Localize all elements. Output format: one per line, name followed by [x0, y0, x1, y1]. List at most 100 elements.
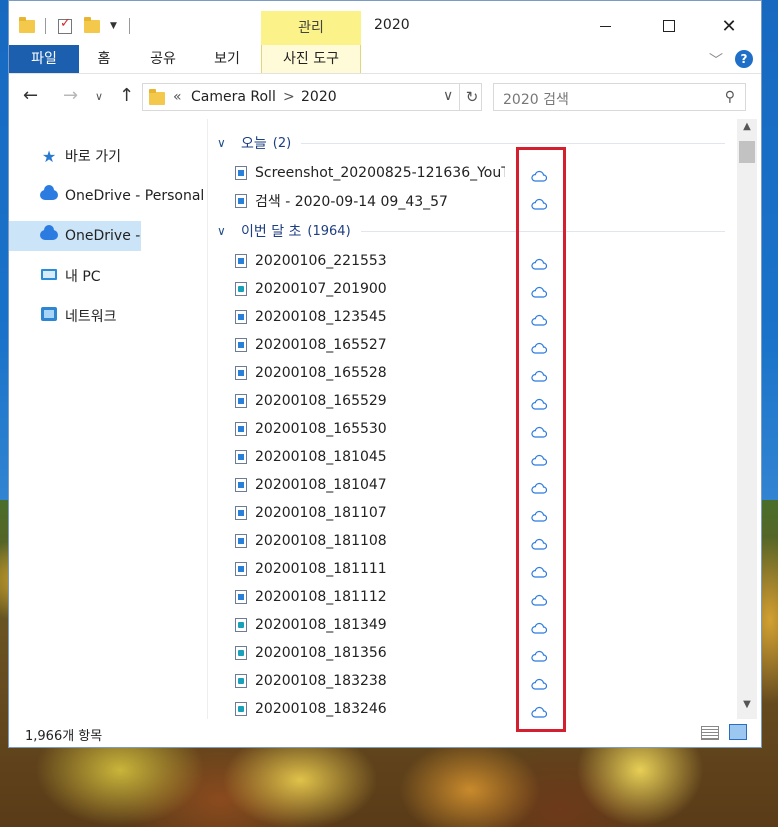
onedrive-icon — [39, 225, 59, 244]
nav-item-onedrive[interactable]: OneDrive - — [9, 221, 141, 251]
item-count: 1,966개 항목 — [25, 729, 103, 744]
tab-picture-tools[interactable]: 사진 도구 — [261, 45, 361, 73]
minimize-button[interactable] — [583, 9, 627, 43]
tab-view[interactable]: 보기 — [205, 45, 249, 73]
image-file-icon — [235, 338, 247, 352]
breadcrumb-overflow[interactable]: « — [173, 89, 182, 105]
file-name: 20200108_183246 — [255, 701, 387, 717]
minimize-icon — [599, 25, 611, 27]
folder-icon — [149, 89, 165, 105]
file-row[interactable]: 20200108_183238 — [209, 667, 729, 695]
file-row[interactable]: 20200108_181045 — [209, 443, 729, 471]
nav-item-label: 네트워크 — [65, 309, 117, 325]
file-row[interactable]: 20200108_181349 — [209, 611, 729, 639]
title-bar: ▼ 관리 2020 ✕ — [9, 1, 761, 45]
status-bar: 1,966개 항목 — [9, 719, 761, 747]
quick-access-toolbar: ▼ — [19, 15, 130, 37]
group-header[interactable]: ∨ 오늘 (2) — [209, 131, 729, 155]
file-row[interactable]: 20200108_165529 — [209, 387, 729, 415]
file-row[interactable]: 20200106_221553 — [209, 247, 729, 275]
video-file-icon — [235, 702, 247, 716]
expand-ribbon-chevron-icon[interactable]: ﹀ — [709, 50, 723, 70]
toolbar-separator — [128, 18, 130, 34]
large-icons-view-icon[interactable] — [729, 724, 747, 740]
file-name: 20200106_221553 — [255, 253, 387, 269]
image-file-icon — [235, 562, 247, 576]
folder-icon[interactable] — [19, 16, 35, 33]
address-dropdown-chevron-icon[interactable]: ∨ — [443, 88, 453, 104]
close-button[interactable]: ✕ — [707, 9, 751, 43]
breadcrumb-camera-roll[interactable]: Camera Roll — [191, 89, 276, 105]
maximize-icon — [663, 20, 675, 32]
file-name: 20200108_181111 — [255, 561, 387, 577]
file-row[interactable]: 20200108_181356 — [209, 639, 729, 667]
group-count: (1964) — [307, 223, 351, 239]
up-button[interactable]: ↑ — [119, 85, 134, 106]
forward-button[interactable]: → — [63, 85, 78, 106]
tab-home[interactable]: 홈 — [89, 45, 119, 73]
group-header[interactable]: ∨ 이번 달 초 (1964) — [209, 219, 729, 243]
group-title: 오늘 — [241, 136, 267, 152]
nav-item-network[interactable]: 네트워크 — [9, 301, 209, 331]
video-file-icon — [235, 282, 247, 296]
file-row[interactable]: 20200107_201900 — [209, 275, 729, 303]
video-file-icon — [235, 618, 247, 632]
file-row[interactable]: 20200108_181047 — [209, 471, 729, 499]
navigation-pane: ★ 바로 가기 OneDrive - Personal OneDrive - 내… — [9, 119, 209, 719]
image-file-icon — [235, 450, 247, 464]
breadcrumb-2020[interactable]: 2020 — [301, 89, 337, 105]
vertical-scrollbar[interactable]: ▲ ▼ — [737, 119, 757, 719]
back-button[interactable]: ← — [23, 85, 38, 106]
details-view-icon[interactable] — [701, 726, 719, 740]
new-folder-icon[interactable] — [84, 16, 100, 33]
video-file-icon — [235, 674, 247, 688]
scroll-thumb[interactable] — [739, 141, 755, 163]
file-name: 20200108_165529 — [255, 393, 387, 409]
refresh-button[interactable]: ↻ — [459, 83, 484, 111]
file-row[interactable]: 20200108_165530 — [209, 415, 729, 443]
address-bar[interactable]: « Camera Roll > 2020 ∨ ↻ — [142, 83, 482, 111]
file-name: 20200108_165528 — [255, 365, 387, 381]
file-row[interactable]: 20200108_183246 — [209, 695, 729, 719]
file-row[interactable]: 20200108_165527 — [209, 331, 729, 359]
file-row[interactable]: 20200108_181108 — [209, 527, 729, 555]
file-name: 20200108_181356 — [255, 645, 387, 661]
file-row[interactable]: 20200108_123545 — [209, 303, 729, 331]
nav-item-this-pc[interactable]: 내 PC — [9, 261, 209, 291]
scroll-down-icon[interactable]: ▼ — [737, 699, 757, 717]
file-row[interactable]: 20200108_181107 — [209, 499, 729, 527]
file-row[interactable]: Screenshot_20200825-121636_YouT... — [209, 159, 729, 187]
customize-toolbar-chevron-icon[interactable]: ▼ — [110, 21, 117, 31]
properties-icon[interactable] — [58, 16, 72, 34]
tab-file[interactable]: 파일 — [9, 45, 79, 73]
pc-icon — [39, 268, 59, 284]
nav-item-quick-access[interactable]: ★ 바로 가기 — [9, 141, 209, 171]
group-title: 이번 달 초 — [241, 224, 302, 240]
file-list: ∨ 오늘 (2) Screenshot_20200825-121636_YouT...… — [209, 119, 737, 719]
context-tab-group-label: 관리 — [261, 11, 361, 45]
file-name: 20200108_123545 — [255, 309, 387, 325]
recent-locations-chevron-icon[interactable]: ∨ — [95, 90, 103, 103]
network-icon — [39, 307, 59, 325]
collapse-chevron-icon[interactable]: ∨ — [217, 136, 235, 150]
nav-item-label: 내 PC — [65, 269, 101, 285]
file-row[interactable]: 20200108_165528 — [209, 359, 729, 387]
file-name: 20200108_181108 — [255, 533, 387, 549]
nav-item-label: 바로 가기 — [65, 149, 121, 165]
help-icon[interactable]: ? — [735, 50, 753, 68]
maximize-button[interactable] — [647, 9, 691, 43]
annotation-highlight-box — [516, 147, 566, 732]
image-file-icon — [235, 310, 247, 324]
nav-item-onedrive-personal[interactable]: OneDrive - Personal — [9, 181, 209, 211]
collapse-chevron-icon[interactable]: ∨ — [217, 224, 235, 238]
scroll-up-icon[interactable]: ▲ — [737, 121, 757, 139]
search-icon: ⚲ — [724, 89, 735, 105]
tab-share[interactable]: 공유 — [141, 45, 185, 73]
file-row[interactable]: 20200108_181111 — [209, 555, 729, 583]
search-input[interactable]: 2020 검색 ⚲ — [493, 83, 746, 111]
file-row[interactable]: 검색 - 2020-09-14 09_43_57 — [209, 187, 729, 215]
pane-divider[interactable] — [207, 119, 208, 719]
search-placeholder: 2020 검색 — [503, 92, 569, 108]
file-row[interactable]: 20200108_181112 — [209, 583, 729, 611]
onedrive-icon — [39, 185, 59, 204]
